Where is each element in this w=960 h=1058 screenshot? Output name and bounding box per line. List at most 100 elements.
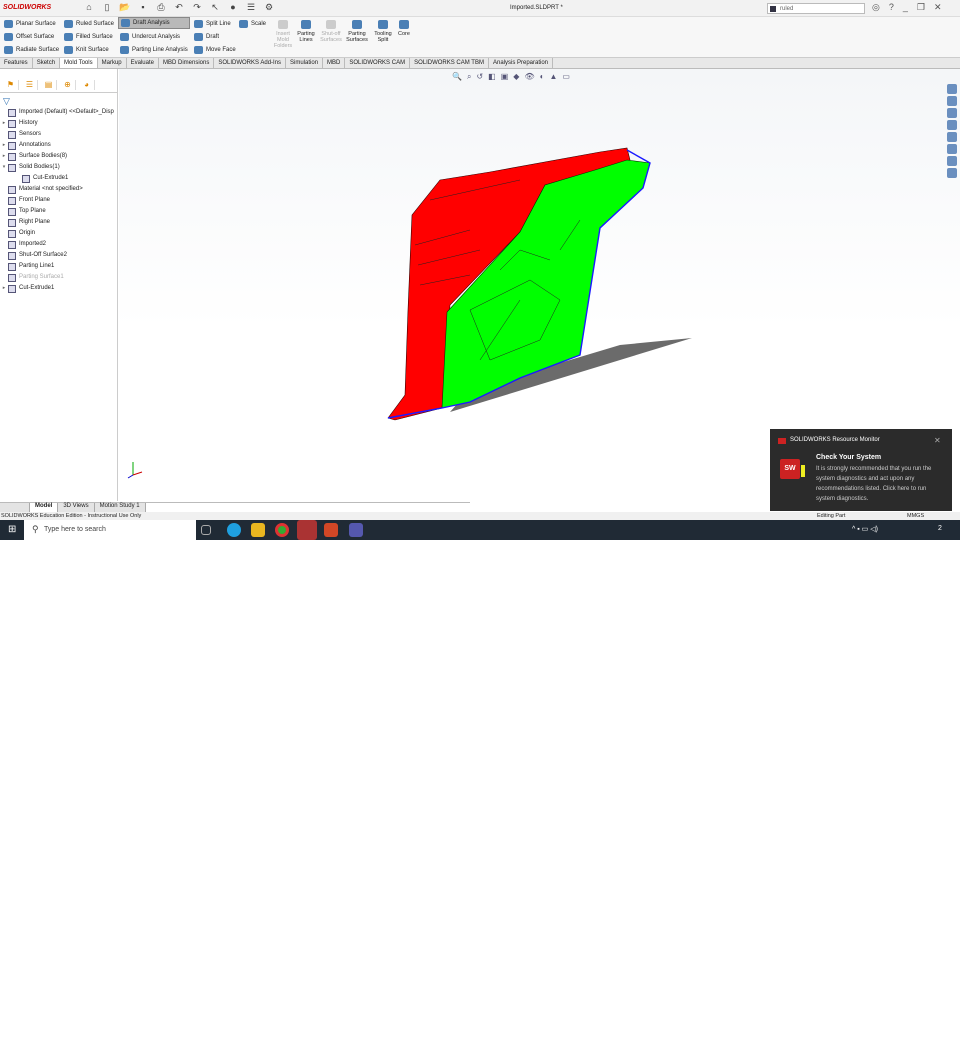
teams-icon[interactable] (349, 523, 363, 537)
home-icon[interactable]: ⌂ (83, 2, 95, 13)
view-settings-icon[interactable]: ▭ (562, 72, 570, 82)
3d-content-icon[interactable] (947, 168, 957, 178)
tab-mold-tools[interactable]: Mold Tools (60, 58, 98, 68)
dimxpert-tab-icon[interactable]: ⊕ (60, 80, 76, 90)
view-orientation-icon[interactable]: ▣ (501, 72, 509, 82)
feature-manager-tab-icon[interactable]: ⚑ (3, 80, 19, 90)
filter-icon[interactable]: ▽ (3, 96, 10, 107)
expand-arrow-icon[interactable]: ▸ (0, 283, 8, 294)
expand-arrow-icon[interactable]: ▾ (0, 162, 8, 173)
tree-item[interactable]: Sensors (0, 129, 118, 140)
tab-markup[interactable]: Markup (98, 58, 127, 68)
tab-analysis-preparation[interactable]: Analysis Preparation (489, 58, 554, 68)
tree-item[interactable]: ▸ History (0, 118, 118, 129)
tab-sketch[interactable]: Sketch (33, 58, 61, 68)
filled-surface-button[interactable]: Filled Surface (62, 31, 115, 43)
shut-off-surfaces-button[interactable]: Shut-off Surfaces (318, 20, 344, 43)
file-explorer-taskbar-icon[interactable] (251, 523, 265, 537)
file-properties-icon[interactable]: ☰ (245, 2, 257, 13)
powerpoint-icon[interactable] (324, 523, 338, 537)
tab-model[interactable]: Model (30, 503, 59, 512)
close-button[interactable]: ✕ (934, 2, 942, 13)
task-view-icon[interactable] (201, 525, 211, 535)
tab-evaluate[interactable]: Evaluate (127, 58, 159, 68)
tree-item[interactable]: Cut-Extrude1 (0, 173, 118, 184)
tab-mbd-dimensions[interactable]: MBD Dimensions (159, 58, 215, 68)
tab-features[interactable]: Features (0, 58, 33, 68)
tree-item[interactable]: ▾ Solid Bodies(1) (0, 162, 118, 173)
user-icon[interactable]: ◎ (872, 2, 880, 13)
tray-icons[interactable]: ^ ▪ ▭ ◁) (852, 525, 878, 533)
display-manager-tab-icon[interactable]: ◕ (79, 80, 95, 90)
knit-surface-button[interactable]: Knit Surface (62, 44, 111, 56)
tree-item[interactable]: ▸ Cut-Extrude1 (0, 283, 118, 294)
minimize-button[interactable]: _ (903, 2, 908, 13)
tab-simulation[interactable]: Simulation (286, 58, 324, 68)
file-explorer-icon[interactable] (947, 108, 957, 118)
tab-solidworks-add-ins[interactable]: SOLIDWORKS Add-Ins (214, 58, 287, 68)
core-button[interactable]: Core (391, 20, 417, 37)
solidworks-taskbar-icon[interactable] (297, 520, 317, 540)
tree-item[interactable]: Right Plane (0, 217, 118, 228)
parting-lines-button[interactable]: Parting Lines (293, 20, 319, 43)
custom-properties-icon[interactable] (947, 144, 957, 154)
open-icon[interactable]: 📂 (119, 2, 131, 13)
draft-analysis-button[interactable]: Draft Analysis (118, 17, 190, 29)
expand-arrow-icon[interactable]: ▸ (0, 118, 8, 129)
tab-scroll-arrows[interactable] (0, 503, 30, 512)
resources-icon[interactable] (947, 84, 957, 94)
tree-item[interactable]: Parting Line1 (0, 261, 118, 272)
appearances-icon[interactable] (947, 132, 957, 142)
zoom-to-fit-icon[interactable]: 🔍 (452, 72, 462, 82)
tab-motion-study-1[interactable]: Motion Study 1 (94, 503, 146, 512)
rebuild-icon[interactable]: ● (227, 2, 239, 13)
tab-mbd[interactable]: MBD (323, 58, 346, 68)
hide-show-icon[interactable]: 👁 (524, 72, 534, 82)
edge-icon[interactable] (227, 523, 241, 537)
clock[interactable]: 17:12 12/04/2023 (898, 1042, 926, 1058)
notification-close-button[interactable]: ✕ (934, 436, 941, 445)
scene-icon[interactable]: ▲ (549, 72, 557, 82)
action-center-icon[interactable]: 2 (938, 525, 942, 532)
design-library-icon[interactable] (947, 96, 957, 106)
expand-arrow-icon[interactable]: ▸ (0, 151, 8, 162)
windows-start-icon[interactable]: ⊞ (8, 525, 18, 535)
save-icon[interactable]: ▪ (137, 2, 149, 13)
draft-button[interactable]: Draft (192, 31, 221, 43)
help-icon[interactable]: ? (889, 2, 894, 13)
property-manager-tab-icon[interactable]: ☰ (22, 80, 38, 90)
tree-item[interactable]: Front Plane (0, 195, 118, 206)
tree-item[interactable]: Shut-Off Surface2 (0, 250, 118, 261)
tree-item[interactable]: Imported2 (0, 239, 118, 250)
appearance-icon[interactable]: ◐ (540, 72, 545, 82)
tab-solidworks-cam-tbm[interactable]: SOLIDWORKS CAM TBM (410, 58, 489, 68)
tree-item[interactable]: Imported (Default) <<Default>_Disp (0, 107, 118, 118)
tree-item[interactable]: ▸ Surface Bodies(8) (0, 151, 118, 162)
configuration-manager-tab-icon[interactable]: ▤ (41, 80, 57, 90)
solidworks-forum-icon[interactable] (947, 156, 957, 166)
chrome-icon[interactable] (275, 523, 289, 537)
new-file-icon[interactable]: ▯ (101, 2, 113, 13)
zoom-area-icon[interactable]: ⌕ (467, 72, 471, 82)
expand-arrow-icon[interactable]: ▸ (0, 140, 8, 151)
restore-button[interactable]: ❐ (917, 2, 925, 13)
parting-line-analysis-button[interactable]: Parting Line Analysis (118, 44, 190, 56)
previous-view-icon[interactable]: ↺ (476, 72, 483, 82)
view-palette-icon[interactable] (947, 120, 957, 130)
ruled-surface-button[interactable]: Ruled Surface (62, 18, 116, 30)
scale-button[interactable]: Scale (237, 18, 268, 30)
print-icon[interactable]: ⎙ (155, 2, 167, 13)
undercut-analysis-button[interactable]: Undercut Analysis (118, 31, 182, 43)
move-face-button[interactable]: Move Face (192, 44, 238, 56)
tree-item[interactable]: Top Plane (0, 206, 118, 217)
offset-surface-button[interactable]: Offset Surface (2, 31, 56, 43)
undo-icon[interactable]: ↶ (173, 2, 185, 13)
tree-item[interactable]: ▸ Annotations (0, 140, 118, 151)
radiate-surface-button[interactable]: Radiate Surface (2, 44, 61, 56)
parting-surfaces-button[interactable]: Parting Surfaces (344, 20, 370, 43)
tree-item[interactable]: Parting Surface1 (0, 272, 118, 283)
taskbar-search[interactable]: ⚲ Type here to search (24, 520, 196, 540)
tab-solidworks-cam[interactable]: SOLIDWORKS CAM (345, 58, 411, 68)
section-view-icon[interactable]: ◧ (488, 72, 496, 82)
planar-surface-button[interactable]: Planar Surface (2, 18, 58, 30)
